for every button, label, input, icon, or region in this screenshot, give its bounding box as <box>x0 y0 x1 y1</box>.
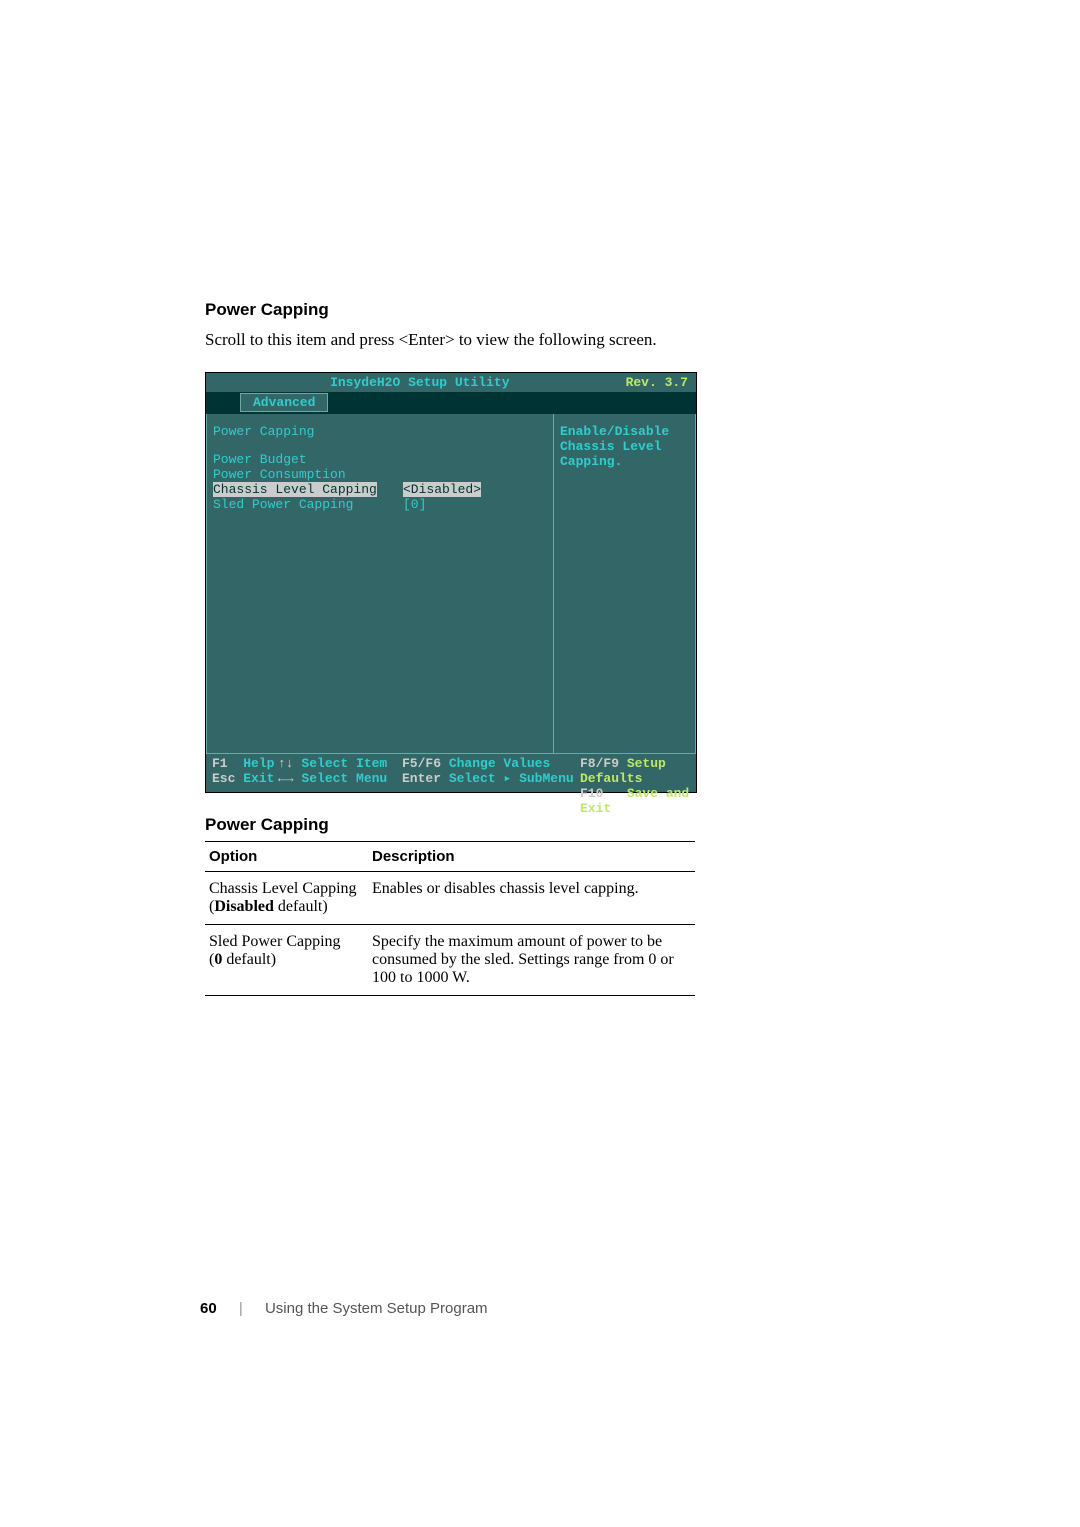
bios-item-label: Chassis Level Capping <box>213 482 377 497</box>
bios-key-esc: Esc <box>212 771 235 786</box>
bios-action-help: Help <box>243 756 274 771</box>
bios-item-chassis-level-capping[interactable]: Chassis Level Capping <Disabled> <box>213 482 547 497</box>
bios-action-select-item: Select Item <box>301 756 387 771</box>
page-content: Power Capping Scroll to this item and pr… <box>0 0 1080 996</box>
bios-footer: F1 Help Esc Exit ↑↓ Select Item ←→ Selec… <box>206 754 696 818</box>
options-table: Option Description Chassis Level Capping… <box>205 841 695 996</box>
bios-item-label: Power Budget <box>213 452 403 467</box>
page-number: 60 <box>200 1300 217 1317</box>
bios-item-value: [0] <box>403 497 426 512</box>
bios-key-f10: F10 <box>580 786 603 801</box>
bios-key-enter: Enter <box>402 771 441 786</box>
footer-separator: | <box>239 1300 243 1317</box>
bios-item-power-consumption[interactable]: Power Consumption <box>213 467 547 482</box>
table-option-cell: Chassis Level Capping(Disabled default) <box>205 872 368 925</box>
bios-action-select-menu: Select Menu <box>301 771 387 786</box>
bios-key-f5f6: F5/F6 <box>402 756 441 771</box>
bios-left-panel: Power Capping Power Budget Power Consump… <box>206 414 554 754</box>
bios-screenshot: InsydeH2O Setup Utility Rev. 3.7 Advance… <box>205 372 697 793</box>
bios-tab-row: Advanced <box>206 392 696 414</box>
table-header-description: Description <box>368 842 695 872</box>
table-row: Sled Power Capping(0 default) Specify th… <box>205 925 695 996</box>
bios-screen-title: Power Capping <box>213 424 547 439</box>
bios-help-text: Enable/Disable Chassis Level Capping. <box>560 424 689 469</box>
bios-action-select-submenu: Select ▸ SubMenu <box>449 771 574 786</box>
bios-action-exit: Exit <box>243 771 274 786</box>
table-description-cell: Specify the maximum amount of power to b… <box>368 925 695 996</box>
bios-item-value: <Disabled> <box>403 482 481 497</box>
bios-title: InsydeH2O Setup Utility <box>214 375 626 390</box>
table-title: Power Capping <box>205 815 875 835</box>
bios-item-power-budget[interactable]: Power Budget <box>213 452 547 467</box>
bios-revision: Rev. 3.7 <box>626 375 688 390</box>
bios-key-f1: F1 <box>212 756 228 771</box>
section-heading: Power Capping <box>205 300 875 320</box>
table-row: Chassis Level Capping(Disabled default) … <box>205 872 695 925</box>
bios-item-label: Power Consumption <box>213 467 403 482</box>
bios-titlebar: InsydeH2O Setup Utility Rev. 3.7 <box>206 373 696 392</box>
page-footer: 60 | Using the System Setup Program <box>200 1300 488 1317</box>
footer-chapter: Using the System Setup Program <box>265 1300 488 1317</box>
table-option-cell: Sled Power Capping(0 default) <box>205 925 368 996</box>
bios-help-panel: Enable/Disable Chassis Level Capping. <box>554 414 696 754</box>
table-header-option: Option <box>205 842 368 872</box>
section-intro: Scroll to this item and press <Enter> to… <box>205 330 875 350</box>
bios-item-sled-power-capping[interactable]: Sled Power Capping [0] <box>213 497 547 512</box>
bios-key-f8f9: F8/F9 <box>580 756 619 771</box>
bios-action-change-values: Change Values <box>449 756 550 771</box>
table-description-cell: Enables or disables chassis level cappin… <box>368 872 695 925</box>
bios-tab-advanced[interactable]: Advanced <box>240 393 328 412</box>
bios-key-leftright: ←→ <box>278 771 294 786</box>
bios-key-updown: ↑↓ <box>278 756 294 771</box>
bios-item-label: Sled Power Capping <box>213 497 403 512</box>
